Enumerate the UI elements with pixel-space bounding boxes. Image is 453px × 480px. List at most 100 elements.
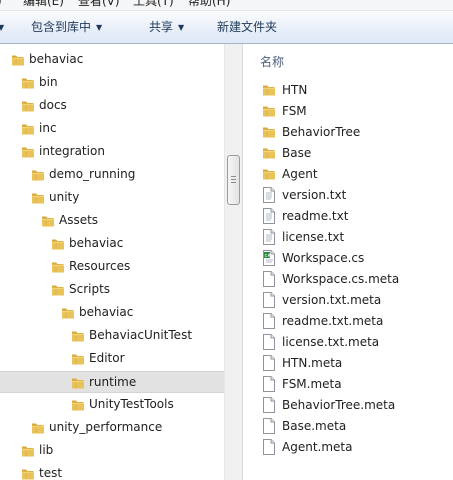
- folder-icon: [71, 329, 85, 343]
- folder-icon: [21, 145, 35, 159]
- tree-item-editor[interactable]: Editor: [0, 348, 224, 370]
- organize-dropdown-arrow[interactable]: ▼: [0, 19, 4, 36]
- folder-icon: [11, 53, 25, 67]
- tree-item-bin[interactable]: bin: [0, 72, 224, 94]
- file-row-fsm-meta[interactable]: FSM.meta: [243, 374, 453, 395]
- menu-tools[interactable]: 工具(T): [133, 0, 174, 10]
- file-row-agent[interactable]: Agent: [243, 164, 453, 185]
- tree-item-lib[interactable]: lib: [0, 440, 224, 462]
- file-name: readme.txt: [282, 209, 349, 223]
- file-row-version-txt-meta[interactable]: version.txt.meta: [243, 290, 453, 311]
- tree-item-scripts[interactable]: Scripts: [0, 279, 224, 301]
- folder-icon: [51, 237, 65, 251]
- tree-item-label: unity_performance: [49, 420, 163, 434]
- include-in-library-label: 包含到库中: [31, 20, 92, 34]
- command-toolbar: ▼ 包含到库中 ▼ 共享 ▼ 新建文件夹: [0, 11, 453, 44]
- tree-item-assets[interactable]: Assets: [0, 210, 224, 232]
- file-row-htn-meta[interactable]: HTN.meta: [243, 353, 453, 374]
- file-row-workspace-cs-meta[interactable]: Workspace.cs.meta: [243, 269, 453, 290]
- tree-item-docs[interactable]: docs: [0, 95, 224, 117]
- file-row-base-meta[interactable]: Base.meta: [243, 416, 453, 437]
- blank-file-icon: [262, 334, 276, 350]
- file-name: license.txt: [282, 230, 345, 244]
- tree-item-integration[interactable]: integration: [0, 141, 224, 163]
- folder-icon: [262, 125, 276, 139]
- tree-item-behaviac[interactable]: behaviac: [0, 302, 224, 324]
- tree-item-label: bin: [39, 75, 58, 89]
- folder-icon: [51, 283, 65, 297]
- tree-item-label: behaviac: [29, 52, 84, 66]
- file-name: readme.txt.meta: [282, 314, 384, 328]
- folder-icon: [21, 99, 35, 113]
- tree-item-demo-running[interactable]: demo_running: [0, 164, 224, 186]
- tree-item-label: BehaviacUnitTest: [89, 328, 193, 342]
- blank-file-icon: [262, 439, 276, 455]
- folder-icon: [262, 146, 276, 160]
- tree-item-label: UnityTestTools: [89, 397, 174, 411]
- chevron-down-icon: ▼: [96, 23, 103, 32]
- file-row-agent-meta[interactable]: Agent.meta: [243, 437, 453, 458]
- menu-edit[interactable]: 编辑(E): [23, 0, 64, 10]
- menu-view[interactable]: 查看(V): [78, 0, 120, 10]
- tree-item-label: demo_running: [49, 167, 136, 181]
- tree-item-label: runtime: [89, 375, 137, 389]
- file-row-fsm[interactable]: FSM: [243, 101, 453, 122]
- tree-item-label: docs: [39, 98, 67, 112]
- share-button[interactable]: 共享 ▼: [149, 19, 184, 36]
- file-row-behaviortree-meta[interactable]: BehaviorTree.meta: [243, 395, 453, 416]
- tree-item-behaviacunittest[interactable]: BehaviacUnitTest: [0, 325, 224, 347]
- file-name: Base.meta: [282, 419, 347, 433]
- blank-file-icon: [262, 271, 276, 287]
- file-name: HTN.meta: [282, 356, 343, 370]
- svg-text:c#: c#: [265, 253, 272, 259]
- tree-item-runtime[interactable]: runtime: [0, 371, 224, 393]
- tree-item-resources[interactable]: Resources: [0, 256, 224, 278]
- folder-icon: [31, 191, 45, 205]
- folder-icon: [262, 167, 276, 181]
- tree-item-label: Scripts: [69, 282, 111, 296]
- file-row-behaviortree[interactable]: BehaviorTree: [243, 122, 453, 143]
- new-folder-button[interactable]: 新建文件夹: [217, 19, 277, 35]
- navigation-scrollbar[interactable]: [224, 44, 242, 480]
- tree-item-label: Assets: [59, 213, 99, 227]
- tree-item-behaviac[interactable]: behaviac: [0, 49, 224, 71]
- folder-icon: [31, 168, 45, 182]
- menu-item-partial[interactable]: ): [0, 0, 2, 10]
- menu-bar: ) 编辑(E) 查看(V) 工具(T) 帮助(H): [0, 0, 453, 11]
- tree-item-inc[interactable]: inc: [0, 118, 224, 140]
- tree-item-unitytesttools[interactable]: UnityTestTools: [0, 394, 224, 416]
- file-name: license.txt.meta: [282, 335, 380, 349]
- file-name: version.txt: [282, 188, 347, 202]
- scrollbar-thumb[interactable]: [227, 155, 240, 205]
- folder-icon: [71, 352, 85, 366]
- file-row-license-txt[interactable]: license.txt: [243, 227, 453, 248]
- file-name: HTN: [282, 83, 308, 97]
- file-name: Agent: [282, 167, 318, 181]
- tree-item-label: integration: [39, 144, 105, 158]
- file-row-workspace-cs[interactable]: c# Workspace.cs: [243, 248, 453, 269]
- tree-item-test[interactable]: test: [0, 463, 224, 480]
- file-row-license-txt-meta[interactable]: license.txt.meta: [243, 332, 453, 353]
- tree-item-unity-performance[interactable]: unity_performance: [0, 417, 224, 439]
- navigation-pane[interactable]: behaviac bin docs inc integration demo_runnin…: [0, 44, 224, 480]
- blank-file-icon: [262, 355, 276, 371]
- folder-icon: [71, 376, 85, 390]
- share-label: 共享: [149, 20, 174, 34]
- file-row-version-txt[interactable]: version.txt: [243, 185, 453, 206]
- tree-item-behaviac[interactable]: behaviac: [0, 233, 224, 255]
- menu-help[interactable]: 帮助(H): [188, 0, 230, 10]
- file-row-base[interactable]: Base: [243, 143, 453, 164]
- file-name: FSM.meta: [282, 377, 342, 391]
- file-row-readme-txt-meta[interactable]: readme.txt.meta: [243, 311, 453, 332]
- column-header-name[interactable]: 名称: [260, 53, 284, 70]
- folder-icon: [262, 83, 276, 97]
- tree-item-unity[interactable]: unity: [0, 187, 224, 209]
- file-name: BehaviorTree: [282, 125, 361, 139]
- blank-file-icon: [262, 376, 276, 392]
- include-in-library-button[interactable]: 包含到库中 ▼: [31, 19, 102, 36]
- file-row-htn[interactable]: HTN: [243, 80, 453, 101]
- file-row-readme-txt[interactable]: readme.txt: [243, 206, 453, 227]
- folder-icon: [21, 444, 35, 458]
- folder-icon: [71, 398, 85, 412]
- folder-icon: [21, 76, 35, 90]
